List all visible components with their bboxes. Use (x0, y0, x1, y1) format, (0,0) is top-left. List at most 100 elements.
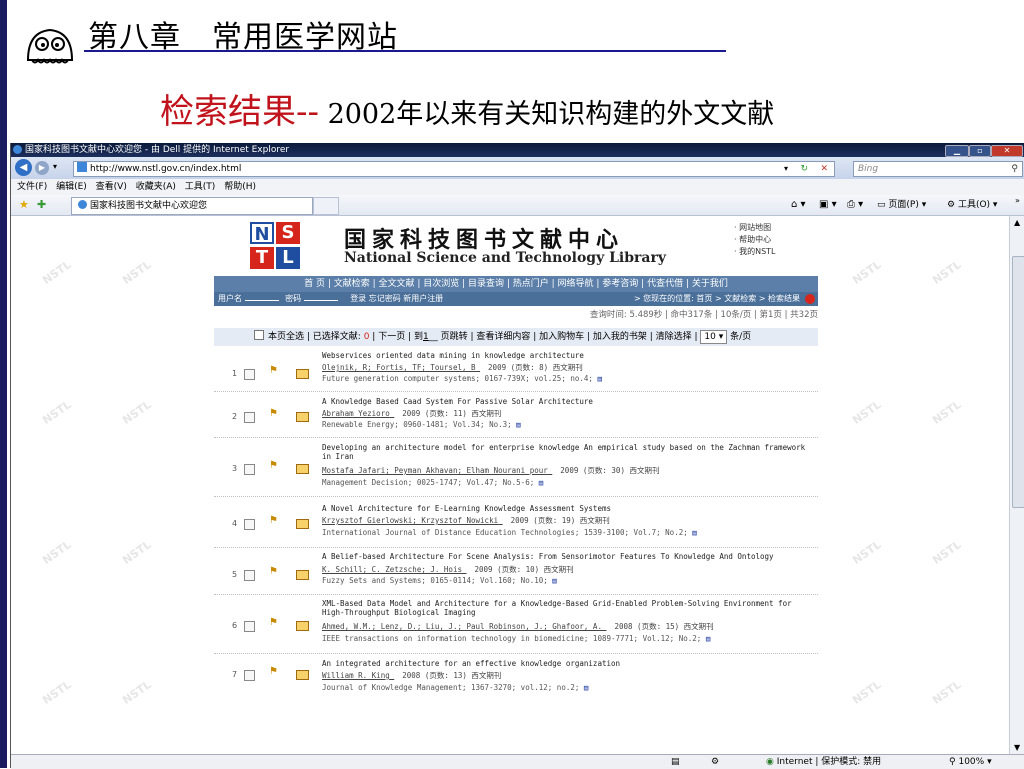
scroll-down-icon[interactable]: ▼ (1014, 743, 1020, 752)
book-icon[interactable] (296, 570, 309, 580)
result-checkbox[interactable] (244, 570, 255, 581)
menu-favorites[interactable]: 收藏夹(A) (136, 182, 176, 192)
next-page-link[interactable]: 下一页 (378, 332, 405, 342)
per-page-select[interactable]: 10 ▾ (700, 330, 728, 344)
result-checkbox[interactable] (244, 670, 255, 681)
result-checkbox[interactable] (244, 464, 255, 475)
author-links[interactable]: William R. King (322, 671, 390, 680)
pushpin-icon[interactable]: ⚑ (269, 460, 278, 471)
home-icon[interactable]: ⌂ ▾ (791, 195, 806, 215)
result-title[interactable]: A Belief-based Architecture For Scene An… (322, 552, 817, 561)
result-title[interactable]: Webservices oriented data mining in know… (322, 351, 817, 360)
tab-active[interactable]: 国家科技图书文献中心欢迎您 (71, 197, 313, 215)
result-number: 4 (232, 519, 238, 528)
document-icon[interactable]: ▤ (584, 683, 589, 692)
search-icon[interactable]: ⚲ (1011, 162, 1018, 176)
goto-button[interactable]: 页跳转 (441, 332, 468, 342)
result-title[interactable]: XML-Based Data Model and Architecture fo… (322, 599, 817, 617)
result-checkbox[interactable] (244, 369, 255, 380)
result-title[interactable]: An integrated architecture for an effect… (322, 659, 817, 668)
new-tab-button[interactable] (313, 197, 339, 215)
minimize-button[interactable]: ▁ (945, 145, 969, 157)
book-icon[interactable] (296, 412, 309, 422)
result-checkbox[interactable] (244, 519, 255, 530)
menu-tools[interactable]: 工具(T) (185, 182, 216, 192)
pushpin-icon[interactable]: ⚑ (269, 566, 278, 577)
select-all-label[interactable]: 本页全选 (268, 332, 304, 342)
tools-menu[interactable]: ⚙ 工具(O) ▾ (947, 195, 997, 215)
favorites-star-icon[interactable]: ★ (19, 195, 29, 215)
result-journal: International Journal of Distance Educat… (322, 528, 697, 537)
author-links[interactable]: Olejnik, R; Fortis, TF; Toursel, B (322, 363, 476, 372)
feeds-icon[interactable]: ▣ ▾ (819, 195, 837, 215)
book-icon[interactable] (296, 519, 309, 529)
scroll-thumb[interactable] (1012, 256, 1024, 508)
pushpin-icon[interactable]: ⚑ (269, 515, 278, 526)
document-icon[interactable]: ▤ (692, 528, 697, 537)
site-nav[interactable]: 首 页 | 文献检索 | 全文文献 | 目次浏览 | 目录查询 | 热点门户 |… (214, 276, 818, 292)
zoom-control[interactable]: ⚲ 100% ▾ (949, 755, 992, 769)
add-favorites-icon[interactable]: ✚ (37, 195, 46, 215)
back-icon[interactable]: ◀ (15, 159, 32, 176)
goto-page-input[interactable]: 1 (423, 332, 429, 342)
result-title[interactable]: A Novel Architecture for E-Learning Know… (322, 504, 817, 513)
refresh-icon[interactable]: ↻ (800, 162, 808, 176)
nstl-logo[interactable]: N S T L (250, 222, 300, 270)
result-authors: Krzysztof Gierlowski; Krzysztof Nowicki … (322, 515, 610, 526)
login-bar: 用户名 密码 登录 忘记密码 新用户注册 > 您现在的位置: 首页 > 文献检索… (214, 292, 818, 306)
watermark-text: NSTL (930, 678, 964, 707)
vertical-scrollbar[interactable]: ▲ ▼ (1009, 216, 1024, 754)
login-actions[interactable]: 登录 忘记密码 新用户注册 (350, 294, 443, 303)
author-links[interactable]: K. Schill; C. Zetzsche; J. Hois (322, 565, 462, 574)
document-icon[interactable]: ▤ (706, 634, 711, 643)
link-help[interactable]: · 帮助中心 (734, 234, 776, 246)
toolbar-actions[interactable]: 查看详细内容 | 加入购物车 | 加入我的书架 | 清除选择 | (476, 332, 697, 342)
url-dropdown-icon[interactable]: ▾ (784, 162, 788, 176)
username-input[interactable] (244, 292, 279, 301)
menu-help[interactable]: 帮助(H) (224, 182, 256, 192)
url-input[interactable]: http://www.nstl.gov.cn/index.html ▾ ↻ ✕ (73, 161, 835, 177)
result-checkbox[interactable] (244, 621, 255, 632)
document-icon[interactable]: ▤ (597, 374, 602, 383)
result-title[interactable]: Developing an architecture model for ent… (322, 443, 817, 461)
document-icon[interactable]: ▤ (552, 576, 557, 585)
chevron-more-icon[interactable]: » (1015, 191, 1020, 211)
menu-file[interactable]: 文件(F) (17, 182, 47, 192)
link-sitemap[interactable]: · 网站地图 (734, 222, 776, 234)
pushpin-icon[interactable]: ⚑ (269, 365, 278, 376)
book-icon[interactable] (296, 621, 309, 631)
book-icon[interactable] (296, 670, 309, 680)
help-icon[interactable] (805, 294, 815, 304)
menu-view[interactable]: 查看(V) (96, 182, 127, 192)
print-icon[interactable]: ⎙ ▾ (847, 195, 863, 215)
select-all-checkbox[interactable] (254, 330, 264, 340)
scroll-up-icon[interactable]: ▲ (1014, 218, 1020, 227)
author-links[interactable]: Ahmed, W.M.; Lenz, D.; Liu, J.; Paul Rob… (322, 622, 602, 631)
password-input[interactable] (303, 292, 338, 301)
pushpin-icon[interactable]: ⚑ (269, 617, 278, 628)
author-links[interactable]: Mostafa Jafari; Peyman Akhavan; Elham No… (322, 466, 548, 475)
maximize-button[interactable]: ▫ (969, 145, 991, 157)
journal-text: International Journal of Distance Educat… (322, 528, 688, 537)
slide-title-black: 2002年以来有关知识构建的外文文献 (318, 99, 775, 130)
pushpin-icon[interactable]: ⚑ (269, 666, 278, 677)
book-icon[interactable] (296, 369, 309, 379)
link-my-nstl[interactable]: · 我的NSTL (734, 246, 776, 258)
close-button[interactable]: ✕ (991, 145, 1023, 157)
result-checkbox[interactable] (244, 412, 255, 423)
result-journal: Journal of Knowledge Management; 1367-32… (322, 683, 588, 692)
document-icon[interactable]: ▤ (516, 420, 521, 429)
author-links[interactable]: Abraham Yezioro (322, 409, 390, 418)
pushpin-icon[interactable]: ⚑ (269, 408, 278, 419)
forward-icon[interactable]: ▶ (35, 161, 49, 175)
author-links[interactable]: Krzysztof Gierlowski; Krzysztof Nowicki (322, 516, 498, 525)
document-icon[interactable]: ▤ (539, 478, 544, 487)
stop-icon[interactable]: ✕ (820, 162, 828, 176)
nstl-site: N S T L 国家科技图书文献中心 National Science and … (214, 216, 818, 754)
menu-edit[interactable]: 编辑(E) (56, 182, 87, 192)
page-menu[interactable]: ▭ 页面(P) ▾ (877, 195, 926, 215)
result-title[interactable]: A Knowledge Based Caad System For Passiv… (322, 397, 817, 406)
book-icon[interactable] (296, 464, 309, 474)
search-input[interactable]: Bing ⚲ (853, 161, 1023, 177)
history-dropdown-icon[interactable]: ▾ (53, 162, 57, 171)
